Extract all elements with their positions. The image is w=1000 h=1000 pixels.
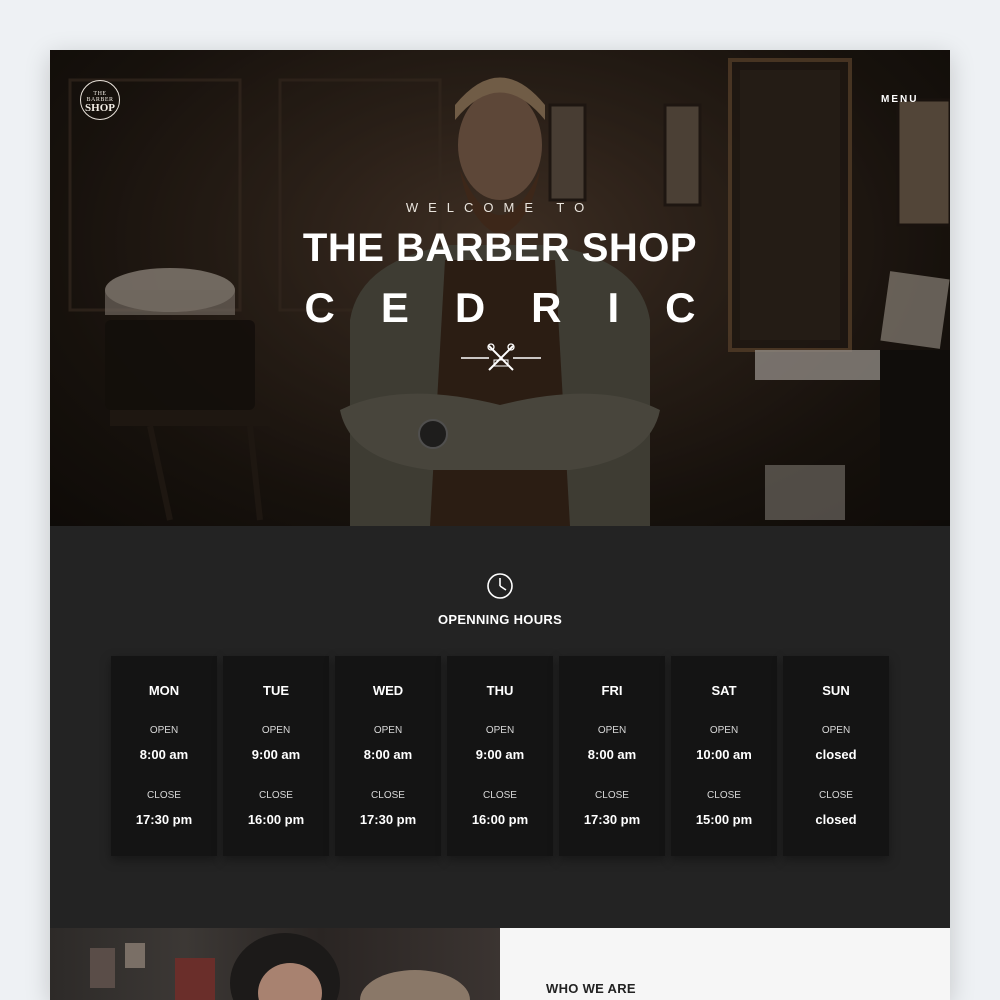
close-time: closed (815, 812, 857, 827)
open-label: OPEN (261, 725, 291, 736)
close-label: CLOSE (371, 790, 405, 801)
open-label: OPEN (149, 725, 179, 736)
day-name: MON (148, 683, 180, 698)
open-time: 8:00 am (363, 747, 413, 762)
day-name: SAT (711, 683, 737, 698)
open-time: 8:00 am (587, 747, 637, 762)
scissors-comb-icon (461, 343, 541, 371)
about-photo (50, 928, 500, 1000)
close-label: CLOSE (819, 790, 853, 801)
day-name: WED (372, 683, 404, 698)
open-time: 10:00 am (696, 747, 752, 762)
about-section: WHO WE ARE (500, 928, 950, 1000)
about-photo-scene (90, 933, 470, 1000)
close-label: CLOSE (595, 790, 629, 801)
hero-section: THE BARBER SHOP MENU WELCOME TO THE BARB… (50, 50, 950, 526)
open-label: OPEN (597, 725, 627, 736)
close-label: CLOSE (147, 790, 181, 801)
clock-icon (487, 573, 513, 599)
open-label: OPEN (709, 725, 739, 736)
about-title: WHO WE ARE (546, 981, 636, 996)
page: THE BARBER SHOP MENU WELCOME TO THE BARB… (50, 50, 950, 1000)
day-name: THU (486, 683, 514, 698)
close-time: 16:00 pm (471, 812, 529, 827)
close-label: CLOSE (259, 790, 293, 801)
open-label: OPEN (485, 725, 515, 736)
day-name: SUN (822, 683, 850, 698)
hero-title: THE BARBER SHOP (302, 226, 698, 270)
close-label: CLOSE (483, 790, 517, 801)
close-time: 17:30 pm (583, 812, 641, 827)
open-time: 9:00 am (475, 747, 525, 762)
close-time: 16:00 pm (247, 812, 305, 827)
hero-welcome-text: WELCOME TO (405, 200, 595, 215)
day-card-sat: SAT OPEN 10:00 am CLOSE 15:00 pm (671, 656, 777, 856)
day-card-thu: THU OPEN 9:00 am CLOSE 16:00 pm (447, 656, 553, 856)
open-time: 9:00 am (251, 747, 301, 762)
day-name: TUE (263, 683, 289, 698)
day-card-sun: SUN OPEN closed CLOSE closed (783, 656, 889, 856)
close-time: 17:30 pm (135, 812, 193, 827)
logo-text-main: SHOP (85, 102, 115, 114)
site-logo[interactable]: THE BARBER SHOP (80, 80, 120, 120)
close-time: 15:00 pm (695, 812, 753, 827)
opening-hours-section: OPENNING HOURS MON OPEN 8:00 am CLOSE 17… (50, 526, 950, 928)
open-label: OPEN (821, 725, 851, 736)
open-label: OPEN (373, 725, 403, 736)
close-label: CLOSE (707, 790, 741, 801)
opening-hours-title: OPENNING HOURS (437, 612, 563, 627)
hero-name: CEDRIC (304, 284, 742, 331)
open-time: 8:00 am (139, 747, 189, 762)
day-card-mon: MON OPEN 8:00 am CLOSE 17:30 pm (111, 656, 217, 856)
close-time: 17:30 pm (359, 812, 417, 827)
open-time: closed (815, 747, 857, 762)
day-card-wed: WED OPEN 8:00 am CLOSE 17:30 pm (335, 656, 441, 856)
day-card-fri: FRI OPEN 8:00 am CLOSE 17:30 pm (559, 656, 665, 856)
day-name: FRI (601, 683, 623, 698)
menu-button[interactable]: MENU (881, 94, 918, 105)
day-card-tue: TUE OPEN 9:00 am CLOSE 16:00 pm (223, 656, 329, 856)
